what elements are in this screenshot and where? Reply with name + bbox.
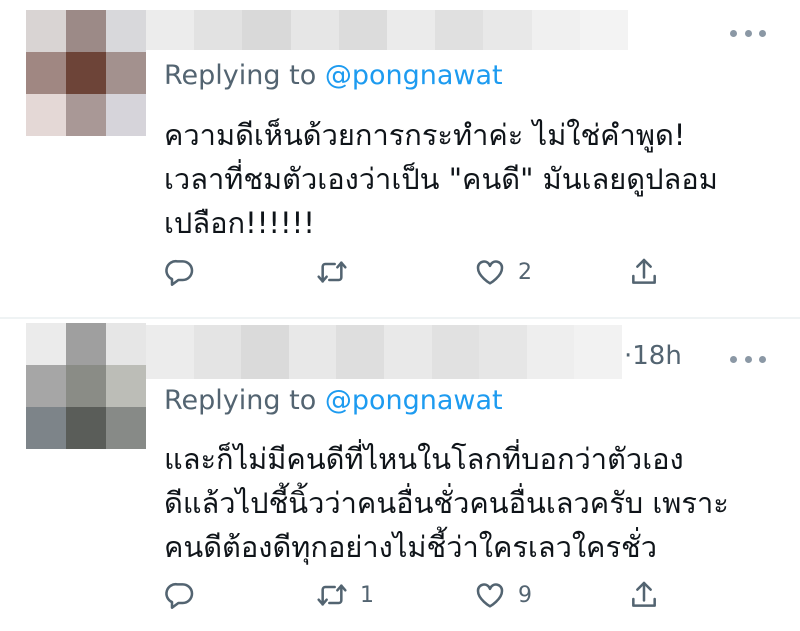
replying-to: Replying to @pongnawat [164,60,503,92]
retweet-icon [317,261,347,283]
tweet-text: ความดีเห็นด้วยการกระทำค่ะ ไม่ใช่คำพูด! เ… [164,118,718,240]
like-icon [476,260,504,285]
retweet-button[interactable]: 1 [316,575,374,615]
replying-to-label: Replying to [164,385,325,416]
more-options-icon[interactable] [730,354,766,364]
like-icon [476,583,504,608]
retweet-count: 1 [360,582,374,608]
like-count: 9 [518,582,532,608]
tweet-text: และก็ไม่มีคนดีที่ไหนในโลกที่บอกว่าตัวเอง… [164,442,729,564]
avatar-blurred[interactable] [26,10,146,136]
tweet-actions: 2 [0,252,800,292]
share-button[interactable] [628,252,660,292]
tweet-reply-2[interactable]: ·18h Replying to @pongnawat และก็ไม่มีคน… [0,319,800,631]
reply-icon [165,259,194,286]
replying-to: Replying to @pongnawat [164,385,503,417]
reply-button[interactable] [164,575,196,615]
tweet-reply-1[interactable]: Replying to @pongnawat ความดีเห็นด้วยการ… [0,0,800,318]
like-count: 2 [518,259,532,285]
more-options-icon[interactable] [730,28,766,38]
reply-button[interactable] [164,252,196,292]
share-icon [632,581,656,607]
share-button[interactable] [628,575,660,615]
tweet-actions: 1 9 [0,575,800,615]
replying-to-handle[interactable]: @pongnawat [325,385,503,416]
tweet-timestamp[interactable]: ·18h [624,341,682,371]
share-icon [632,258,656,284]
like-button[interactable]: 9 [474,575,532,615]
reply-icon [165,582,194,609]
author-name-redacted [146,325,622,379]
replying-to-label: Replying to [164,60,325,91]
avatar-blurred[interactable] [26,323,146,449]
like-button[interactable]: 2 [474,252,532,292]
replying-to-handle[interactable]: @pongnawat [325,60,503,91]
retweet-icon [317,584,347,606]
author-name-redacted [146,10,629,50]
retweet-button[interactable] [316,252,348,292]
